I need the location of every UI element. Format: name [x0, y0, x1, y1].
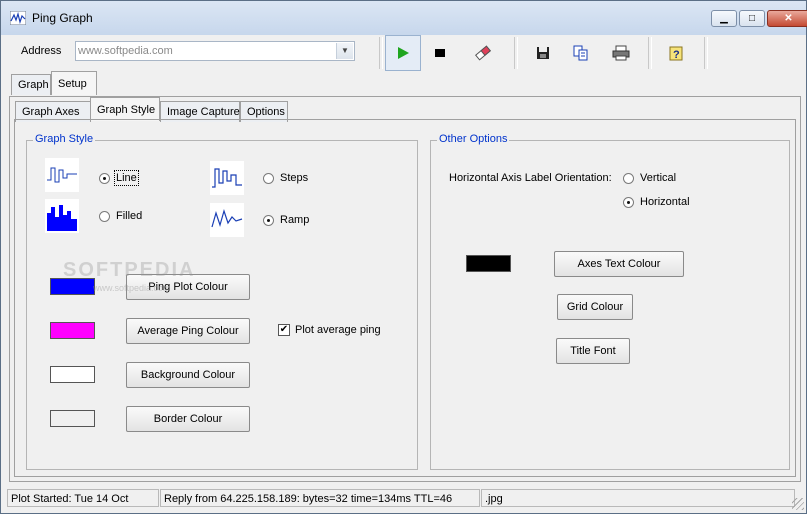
grid-colour-button[interactable]: Grid Colour	[557, 294, 633, 320]
plot-average-checkbox-box: ✔	[278, 324, 290, 336]
copy-button[interactable]	[563, 35, 599, 71]
maximize-button[interactable]: □	[739, 10, 765, 27]
app-icon	[10, 11, 26, 25]
stop-icon	[435, 49, 445, 57]
play-icon	[398, 47, 409, 59]
maximize-icon: □	[748, 13, 756, 24]
border-colour-swatch	[50, 410, 95, 427]
ping-plot-colour-button[interactable]: Ping Plot Colour	[126, 274, 250, 300]
status-reply: Reply from 64.225.158.189: bytes=32 time…	[160, 489, 480, 507]
resize-grip[interactable]	[792, 498, 804, 510]
print-button[interactable]	[603, 35, 639, 71]
filled-radio-dot	[99, 210, 110, 222]
toolbar-separator	[648, 37, 652, 69]
save-icon	[537, 47, 549, 59]
line-radio-dot	[99, 172, 110, 184]
filled-radio-label: Filled	[116, 210, 143, 222]
status-plot-started: Plot Started: Tue 14 Oct	[7, 489, 159, 507]
vertical-radio-label: Vertical	[640, 172, 677, 184]
graph-style-group: Graph Style Line Steps Filled Ramp Ping …	[26, 133, 418, 470]
tab-setup-label: Setup	[58, 78, 87, 90]
ramp-style-preview-icon	[210, 203, 244, 237]
line-radio[interactable]: Line	[99, 170, 139, 186]
print-icon	[612, 45, 630, 61]
horizontal-radio-dot	[623, 196, 634, 208]
steps-radio-label: Steps	[280, 172, 309, 184]
minimize-button[interactable]: ▁	[711, 10, 737, 27]
graph-style-tab-page: Graph Style Line Steps Filled Ramp Ping …	[14, 119, 796, 477]
help-button[interactable]: ?	[659, 35, 695, 71]
eraser-icon	[475, 45, 491, 61]
tab-graph-style[interactable]: Graph Style	[90, 97, 160, 121]
tab-graph-axes-label: Graph Axes	[22, 106, 80, 118]
line-radio-label: Line	[114, 170, 139, 186]
address-label: Address	[21, 45, 62, 57]
vertical-radio-dot	[623, 172, 634, 184]
toolbar-separator	[704, 37, 708, 69]
status-file: .jpg	[481, 489, 795, 507]
stop-button[interactable]	[422, 35, 458, 71]
background-colour-button[interactable]: Background Colour	[126, 362, 250, 388]
tab-graph-style-label: Graph Style	[97, 104, 156, 116]
average-ping-colour-swatch	[50, 322, 95, 339]
filled-radio[interactable]: Filled	[99, 210, 142, 222]
plot-average-label: Plot average ping	[295, 324, 381, 336]
address-dropdown-button[interactable]: ▼	[336, 43, 353, 59]
tab-options-label: Options	[247, 106, 285, 118]
steps-radio[interactable]: Steps	[263, 172, 308, 184]
border-colour-button[interactable]: Border Colour	[126, 406, 250, 432]
address-input[interactable]	[78, 44, 333, 58]
address-combo[interactable]: ▼	[75, 41, 355, 61]
graph-style-legend: Graph Style	[33, 133, 96, 145]
tab-graph-label: Graph	[18, 79, 49, 91]
plot-average-checkbox[interactable]: ✔ Plot average ping	[278, 324, 381, 336]
ramp-radio-label: Ramp	[280, 214, 310, 226]
ramp-radio[interactable]: Ramp	[263, 214, 309, 226]
other-options-group: Other Options Horizontal Axis Label Orie…	[430, 133, 790, 470]
ramp-radio-dot	[263, 214, 274, 226]
axes-text-colour-button[interactable]: Axes Text Colour	[554, 251, 684, 277]
help-icon: ?	[669, 46, 683, 61]
close-icon: ✕	[784, 13, 793, 24]
status-bar: Plot Started: Tue 14 Oct Reply from 64.2…	[1, 486, 806, 512]
average-ping-colour-button[interactable]: Average Ping Colour	[126, 318, 250, 344]
toolbar-separator	[514, 37, 518, 69]
filled-style-preview-icon	[45, 199, 79, 233]
setup-panel: Graph Axes Graph Style Image Capture Opt…	[9, 96, 801, 482]
tab-setup[interactable]: Setup	[51, 71, 97, 95]
title-font-button[interactable]: Title Font	[556, 338, 630, 364]
toolbar: Address ▼ ?	[7, 35, 802, 71]
steps-radio-dot	[263, 172, 274, 184]
background-colour-swatch	[50, 366, 95, 383]
copy-icon	[573, 45, 588, 61]
tab-graph[interactable]: Graph	[11, 74, 51, 95]
other-options-legend: Other Options	[437, 133, 510, 145]
close-button[interactable]: ✕	[767, 10, 807, 27]
orientation-label: Horizontal Axis Label Orientation:	[449, 172, 612, 184]
start-button[interactable]	[385, 35, 421, 71]
minimize-icon: ▁	[720, 13, 728, 24]
clear-button[interactable]	[465, 35, 501, 71]
axes-text-colour-swatch	[466, 255, 511, 272]
app-window: Ping Graph ▁ □ ✕ Address ▼	[0, 0, 807, 514]
title-bar[interactable]: Ping Graph ▁ □ ✕	[1, 1, 807, 35]
steps-style-preview-icon	[210, 161, 244, 195]
toolbar-separator	[379, 37, 383, 69]
horizontal-radio[interactable]: Horizontal	[623, 196, 690, 208]
tab-image-capture-label: Image Capture	[167, 106, 240, 118]
horizontal-radio-label: Horizontal	[640, 196, 690, 208]
window-title: Ping Graph	[32, 11, 93, 25]
vertical-radio[interactable]: Vertical	[623, 172, 676, 184]
line-style-preview-icon	[45, 158, 79, 192]
save-button[interactable]	[525, 35, 561, 71]
ping-plot-colour-swatch	[50, 278, 95, 295]
svg-text:?: ?	[673, 49, 680, 61]
chevron-down-icon: ▼	[341, 46, 349, 55]
